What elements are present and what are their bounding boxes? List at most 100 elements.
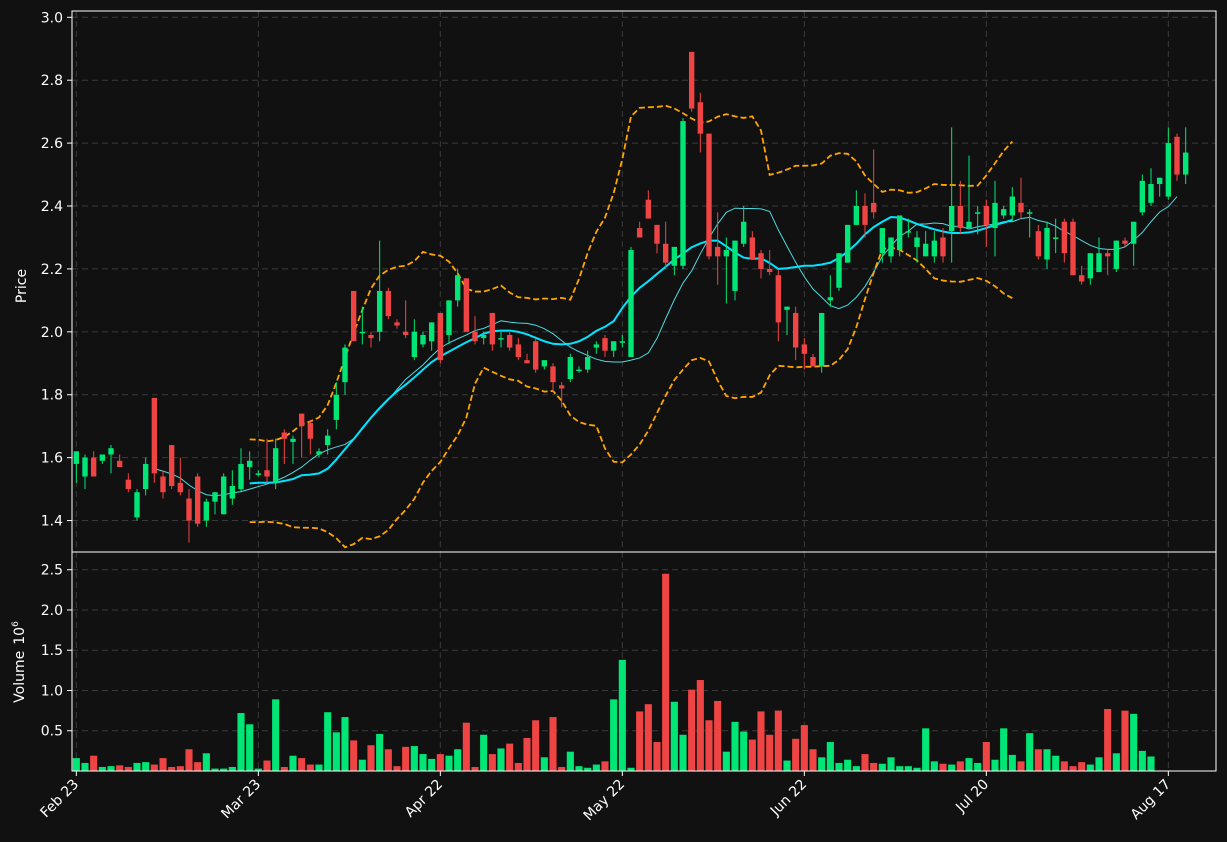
volume-bar <box>818 757 826 771</box>
volume-bar <box>939 763 947 771</box>
candle-body <box>1122 240 1128 244</box>
volume-bar <box>150 764 158 771</box>
candle-body <box>298 413 305 427</box>
volume-bar <box>454 749 462 771</box>
volume-bar <box>991 759 999 771</box>
volume-bar <box>688 689 696 771</box>
volume-bar <box>367 745 375 771</box>
candle-body <box>524 360 530 364</box>
volume-bar <box>896 766 904 771</box>
candle-body <box>905 231 912 233</box>
candle-body <box>697 102 704 134</box>
volume-bar <box>202 753 210 771</box>
candle-body <box>203 501 210 521</box>
candle-body <box>983 206 990 225</box>
candle-body <box>506 334 513 348</box>
candle-body <box>220 476 227 515</box>
price-y-tick-label: 2.0 <box>41 325 63 341</box>
volume-bar <box>1095 757 1103 771</box>
candle-body <box>1104 253 1111 257</box>
candle-body <box>914 237 920 247</box>
volume-y-label: Volume 106 <box>11 621 28 703</box>
candle-body <box>758 253 764 269</box>
candle-body <box>584 356 591 370</box>
candle-body <box>896 215 903 251</box>
candle-body <box>1165 143 1172 197</box>
volume-bar <box>696 680 704 771</box>
volume-bar <box>670 701 678 771</box>
volume-bar <box>1086 764 1094 771</box>
candle-body <box>290 438 296 442</box>
candle-body <box>1156 177 1163 184</box>
candle-body <box>350 290 357 342</box>
volume-y-tick-label: 1.0 <box>41 683 63 699</box>
volume-bar <box>1121 710 1129 771</box>
volume-bar <box>540 757 548 771</box>
volume-bar <box>289 755 297 771</box>
volume-bar <box>1017 761 1025 771</box>
candle-body <box>238 463 244 490</box>
candle-body <box>498 338 504 340</box>
candle-body <box>740 221 747 244</box>
volume-bar <box>644 704 652 771</box>
candle-body <box>281 432 288 439</box>
candle <box>1174 133 1180 181</box>
candle-body <box>862 206 868 225</box>
candle-body <box>671 246 678 266</box>
candle-body <box>602 338 608 351</box>
candle-body <box>116 460 123 468</box>
candle-body <box>593 344 600 348</box>
volume-bar <box>194 762 202 771</box>
candle-body <box>766 268 773 273</box>
candle-body <box>515 344 522 357</box>
candle <box>680 117 686 269</box>
candle-body <box>836 253 842 288</box>
volume-bar <box>488 754 496 771</box>
candle-body <box>264 470 270 477</box>
candle-body <box>1000 209 1007 216</box>
price-y-label: Price <box>14 269 30 303</box>
candle <box>350 290 357 342</box>
candle-body <box>1026 212 1033 214</box>
candle <box>463 278 470 332</box>
candle-body <box>844 224 851 263</box>
candle-body <box>1078 275 1085 282</box>
volume-bar <box>246 724 254 771</box>
volume-bar <box>922 728 930 771</box>
candle-body <box>142 463 149 490</box>
volume-bar <box>280 766 288 771</box>
candle-body <box>316 451 322 455</box>
volume-bar <box>1000 728 1008 771</box>
candle-body <box>801 344 808 354</box>
volume-bar <box>575 766 583 771</box>
volume-bar <box>324 712 332 771</box>
candle-body <box>680 121 686 266</box>
candle-body <box>567 356 574 380</box>
candle-body <box>550 366 556 383</box>
candle-body <box>82 457 88 477</box>
volume-bar <box>1104 709 1112 771</box>
candle-body <box>818 312 825 367</box>
candle-body <box>654 224 660 244</box>
price-y-tick-label: 2.4 <box>41 199 63 215</box>
candle-body <box>437 312 444 361</box>
candle-body <box>342 347 348 383</box>
candle-body <box>1035 231 1042 257</box>
volume-bar <box>974 762 982 771</box>
candle-body <box>775 275 782 323</box>
volume-bar <box>228 766 236 771</box>
candle <box>134 489 140 521</box>
price-y-tick-label: 3.0 <box>41 10 63 26</box>
candle-body <box>446 300 452 335</box>
volume-bar <box>1130 713 1138 771</box>
candle-body <box>186 498 192 521</box>
volume-bar <box>705 720 713 771</box>
volume-bar <box>757 711 765 771</box>
volume-bar <box>948 764 956 771</box>
candle-body <box>333 394 340 420</box>
candle-body <box>922 243 929 257</box>
volume-bar <box>1069 766 1077 771</box>
candle <box>168 445 175 490</box>
candle-body <box>73 451 80 464</box>
volume-bar <box>159 758 167 771</box>
